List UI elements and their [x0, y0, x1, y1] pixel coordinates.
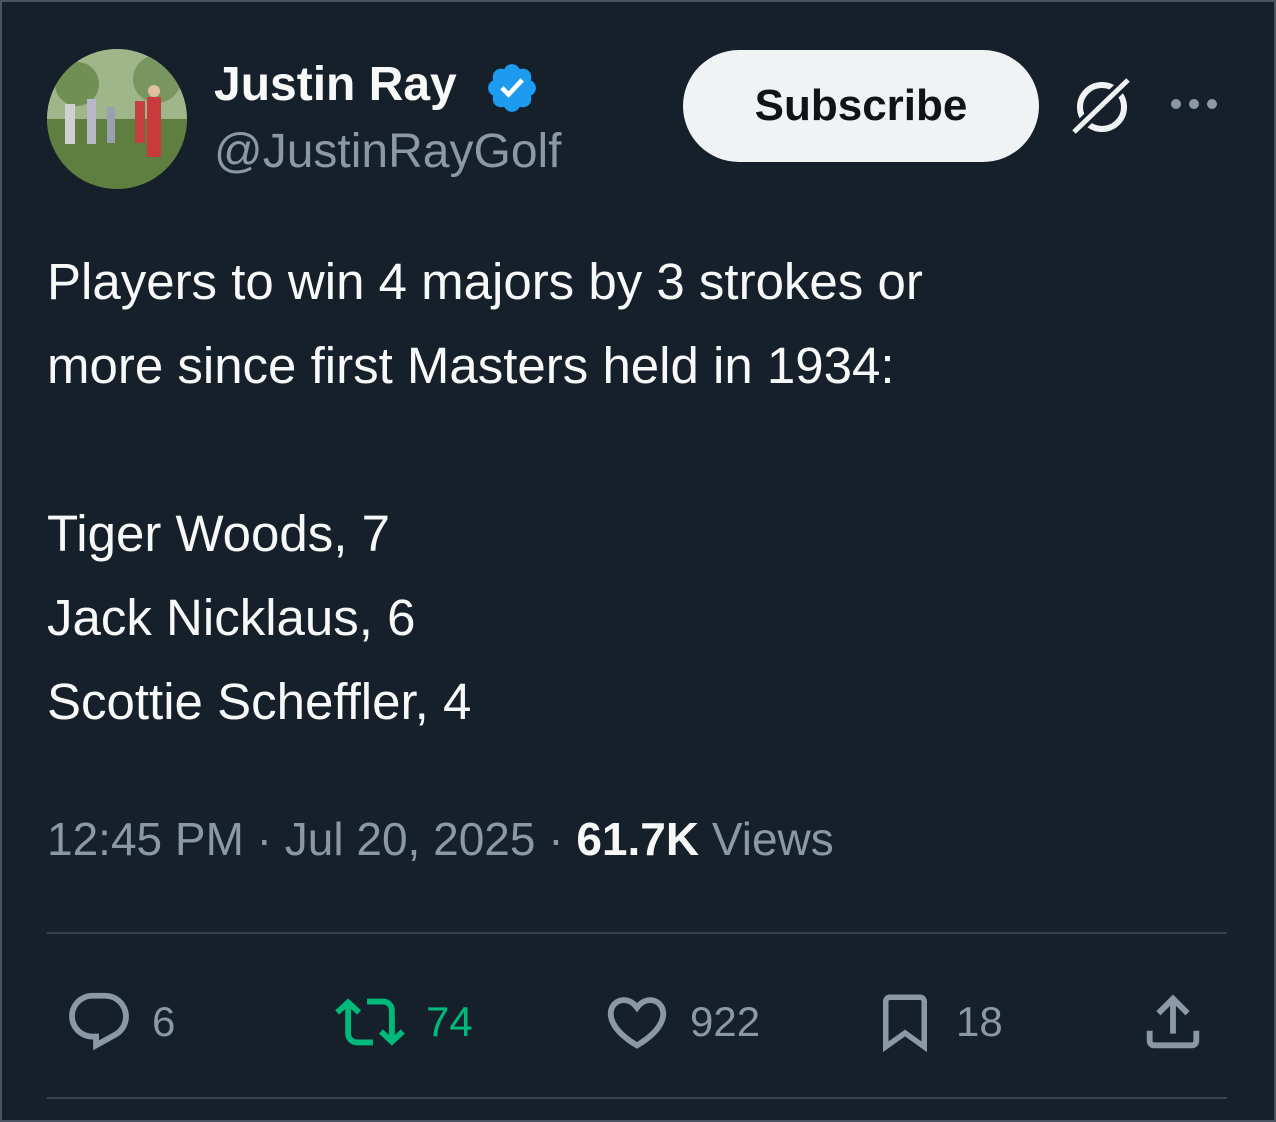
repost-icon — [335, 998, 405, 1046]
bookmark-icon — [883, 994, 927, 1053]
meta-separator: · — [535, 813, 577, 865]
tweet-meta: 12:45 PM · Jul 20, 2025 · 61.7K Views — [47, 807, 834, 871]
subscribe-button[interactable]: Subscribe — [683, 50, 1039, 162]
views-count: 61.7K — [576, 813, 700, 865]
grok-icon[interactable] — [1066, 72, 1136, 142]
tweet-text: Players to win 4 majors by 3 strokes or … — [47, 240, 1227, 744]
meta-separator: · — [243, 813, 285, 865]
verified-badge-icon — [488, 64, 536, 112]
divider — [47, 1097, 1227, 1099]
reply-count: 6 — [152, 998, 176, 1045]
repost-button[interactable]: 74 — [332, 982, 473, 1062]
tweet-line: more since first Masters held in 1934: — [47, 337, 895, 394]
reply-icon — [69, 992, 129, 1051]
like-count: 922 — [690, 998, 761, 1045]
share-button[interactable] — [1138, 982, 1208, 1062]
tweet-card: Justin Ray @JustinRayGolf Subscribe Play… — [0, 0, 1276, 1122]
more-dots-icon[interactable] — [1162, 80, 1226, 128]
heart-icon — [607, 997, 667, 1049]
divider — [47, 932, 1227, 934]
reply-button[interactable]: 6 — [64, 982, 175, 1062]
tweet-line: Players to win 4 majors by 3 strokes or — [47, 253, 923, 310]
bookmark-button[interactable]: 18 — [872, 982, 1003, 1062]
tweet-line: Jack Nicklaus, 6 — [47, 589, 416, 646]
views-label: Views — [699, 813, 834, 865]
share-icon — [1146, 994, 1200, 1049]
author-name[interactable]: Justin Ray — [214, 56, 457, 114]
action-bar: 6 74 922 18 — [2, 982, 1276, 1062]
tweet-line: Tiger Woods, 7 — [47, 505, 390, 562]
author-handle[interactable]: @JustinRayGolf — [214, 122, 562, 182]
tweet-date[interactable]: Jul 20, 2025 — [285, 813, 536, 865]
tweet-time[interactable]: 12:45 PM — [47, 813, 244, 865]
repost-count: 74 — [426, 998, 473, 1045]
avatar-photo — [47, 49, 187, 189]
like-button[interactable]: 922 — [602, 982, 760, 1062]
avatar[interactable] — [47, 49, 187, 189]
bookmark-count: 18 — [956, 998, 1003, 1045]
tweet-line: Scottie Scheffler, 4 — [47, 673, 472, 730]
